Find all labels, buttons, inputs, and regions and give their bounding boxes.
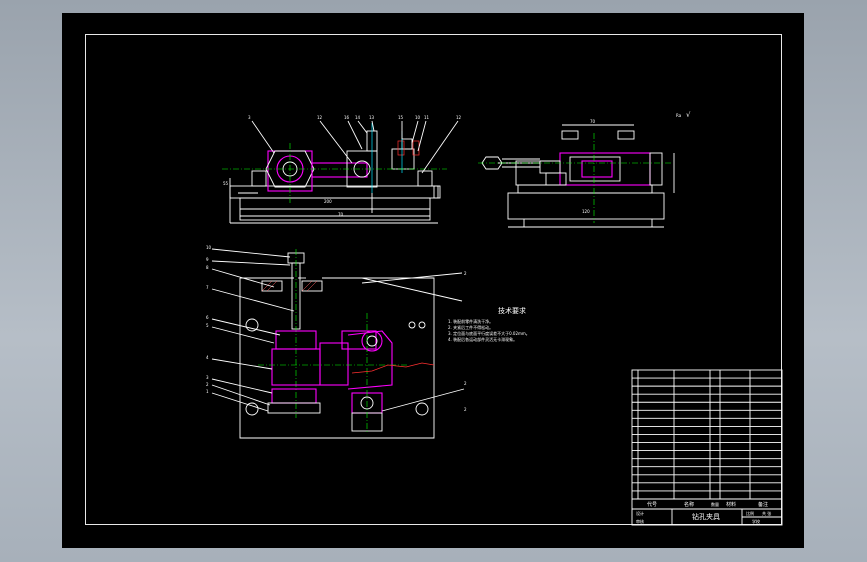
parts-list: 代号 名称 数量 材料 备注 钻孔夹具 设计 审核 比例 共 张 学校 (631, 369, 783, 526)
tech-note: 1. 装配前零件清洗干净。 (448, 318, 493, 324)
dim-side-a: 120 (582, 209, 590, 214)
col-qty: 数量 (711, 501, 719, 507)
dim-vert-a: 55 (223, 181, 229, 186)
drawing-name: 钻孔夹具 (692, 512, 720, 521)
dim-front-b: 70 (338, 212, 344, 217)
col-code: 代号 (647, 501, 657, 508)
balloon: 2 (464, 381, 467, 386)
technical-notes: 技术要求 1. 装配前零件清洗干净。 2. 夹紧后工件不得松动。 3. 定位面与… (448, 306, 530, 342)
tech-title: 技术要求 (498, 306, 526, 315)
front-view: 200 70 55 3 12 16 14 13 15 10 11 12 (222, 115, 462, 224)
balloon: 4 (206, 355, 209, 360)
dim-side-b: 70 (590, 119, 596, 124)
tech-note: 3. 定位面与底面平行度误差不大于0.02mm。 (448, 330, 530, 336)
balloon: 1 (206, 389, 209, 394)
balloon: 12 (456, 115, 462, 120)
front-balloons: 3 12 16 14 13 15 10 11 12 (248, 115, 462, 120)
balloon: 10 (206, 245, 212, 250)
plan-view: 10 9 8 7 6 5 4 3 2 1 2 2 2 (206, 245, 467, 439)
cad-viewport[interactable]: 200 70 55 3 12 16 14 13 15 10 11 12 120 … (62, 13, 804, 548)
side-view: 120 70 Ra √ (478, 111, 691, 228)
col-material: 材料 (726, 501, 736, 508)
tech-note: 2. 夹紧后工件不得松动。 (448, 324, 493, 330)
sign-a: 设计 (636, 510, 644, 516)
balloon: 15 (398, 115, 404, 120)
balloon: 3 (206, 375, 209, 380)
balloon: 11 (424, 115, 430, 120)
roughness-symbol: √ (686, 111, 691, 119)
balloon: 10 (415, 115, 421, 120)
balloon: 5 (206, 323, 209, 328)
plan-balloons-left: 10 9 8 7 6 5 4 3 2 1 (206, 245, 212, 394)
unit-label: 学校 (752, 518, 760, 524)
balloon: 12 (317, 115, 323, 120)
balloon: 16 (344, 115, 350, 120)
sheet-label: 共 张 (762, 510, 771, 516)
balloon: 9 (206, 257, 209, 262)
balloon: 6 (206, 315, 209, 320)
col-name: 名称 (684, 501, 694, 508)
scale-label: 比例 (746, 510, 754, 516)
balloon: 14 (355, 115, 361, 120)
balloon: 8 (206, 265, 209, 270)
tech-note: 4. 装配后各运动部件灵活无卡滞现象。 (448, 336, 517, 342)
roughness-label: Ra (676, 113, 682, 118)
col-note: 备注 (758, 501, 768, 508)
balloon: 7 (206, 285, 209, 290)
balloon: 2 (464, 271, 467, 276)
sign-b: 审核 (636, 518, 644, 524)
balloon: 3 (248, 115, 251, 120)
dim-front-a: 200 (324, 199, 332, 204)
balloon: 13 (369, 115, 375, 120)
balloon: 2 (464, 407, 467, 412)
balloon: 2 (206, 382, 209, 387)
cad-drawing: 200 70 55 3 12 16 14 13 15 10 11 12 120 … (206, 111, 783, 526)
